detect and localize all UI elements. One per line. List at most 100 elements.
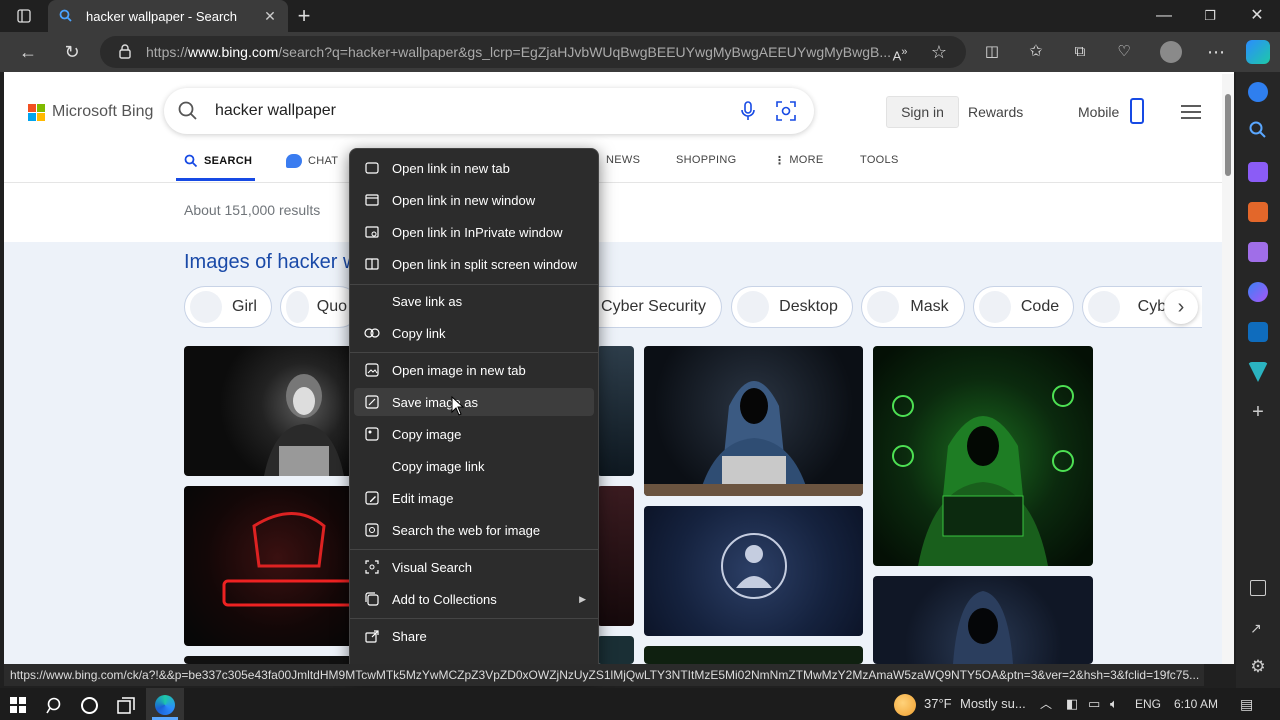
- tab-tools[interactable]: TOOLS: [860, 154, 899, 166]
- add-sidebar-app-icon[interactable]: +: [1248, 402, 1268, 422]
- image-result[interactable]: [644, 346, 863, 496]
- results-count: About 151,000 results: [184, 202, 321, 218]
- menu-copy-image-link[interactable]: Copy image link: [354, 452, 594, 480]
- favorites-icon[interactable]: ✩: [1024, 32, 1048, 72]
- tab-search[interactable]: SEARCH: [184, 154, 252, 168]
- visual-search-icon[interactable]: [776, 101, 796, 121]
- image-result[interactable]: [644, 506, 863, 636]
- games-icon[interactable]: [1248, 242, 1268, 262]
- tab-more[interactable]: ⋮ MORE: [774, 154, 824, 167]
- back-button[interactable]: ←: [16, 32, 40, 72]
- tools-briefcase-icon[interactable]: [1248, 202, 1268, 222]
- image-result[interactable]: [644, 646, 863, 664]
- image-result[interactable]: [873, 346, 1093, 566]
- settings-more-icon[interactable]: ⋯: [1204, 32, 1228, 72]
- menu-save-link-as[interactable]: Save link as: [354, 287, 594, 315]
- menu-open-new-window[interactable]: Open link in new window: [354, 186, 594, 214]
- microsoft-logo-icon[interactable]: [28, 104, 46, 122]
- read-aloud-icon[interactable]: A»: [888, 32, 912, 72]
- microphone-icon[interactable]: [740, 101, 756, 121]
- search-icon[interactable]: [1248, 120, 1268, 140]
- split-screen-icon[interactable]: ◫: [980, 32, 1004, 72]
- restore-button[interactable]: ❐: [1198, 0, 1222, 32]
- minimize-button[interactable]: —: [1152, 0, 1176, 32]
- mobile-phone-icon[interactable]: [1130, 98, 1144, 124]
- menu-visual-search[interactable]: Visual Search: [354, 553, 594, 581]
- chip-girl[interactable]: Girl: [184, 286, 272, 328]
- search-query-text[interactable]: hacker wallpaper: [215, 102, 740, 120]
- bing-search-box[interactable]: hacker wallpaper: [164, 88, 814, 134]
- chip-cyber-security[interactable]: Cyber Security: [590, 286, 722, 328]
- new-tab-button[interactable]: +: [292, 0, 316, 32]
- refresh-button[interactable]: ↻: [60, 32, 84, 72]
- address-bar[interactable]: https://www.bing.com/search?q=hacker+wal…: [100, 36, 966, 68]
- menu-edit-image[interactable]: Edit image: [354, 484, 594, 512]
- clock-time[interactable]: 6:10 AM: [1174, 688, 1218, 720]
- mobile-link[interactable]: Mobile: [1078, 104, 1119, 120]
- close-window-button[interactable]: ✕: [1245, 0, 1269, 32]
- menu-share[interactable]: Share: [354, 622, 594, 650]
- image-result[interactable]: [597, 636, 634, 664]
- rewards-link[interactable]: Rewards: [968, 104, 1023, 120]
- menu-open-inprivate[interactable]: Open link in InPrivate window: [354, 218, 594, 246]
- tab-chat[interactable]: CHAT: [286, 154, 338, 168]
- meet-now-icon[interactable]: ◧: [1066, 688, 1078, 720]
- scrollbar-thumb[interactable]: [1225, 94, 1231, 176]
- image-result[interactable]: [184, 486, 354, 646]
- chip-code[interactable]: Code: [973, 286, 1074, 328]
- external-link-icon[interactable]: ↗: [1250, 620, 1266, 636]
- microsoft365-icon[interactable]: [1248, 282, 1268, 302]
- image-result[interactable]: [184, 656, 354, 664]
- network-icon[interactable]: ▭: [1088, 688, 1100, 720]
- menu-open-split-screen[interactable]: Open link in split screen window: [354, 250, 594, 278]
- menu-copy-link[interactable]: Copy link: [354, 319, 594, 347]
- volume-icon[interactable]: 🔈︎: [1110, 688, 1118, 720]
- chip-quo[interactable]: Quo: [280, 286, 360, 328]
- chevron-up-icon[interactable]: ︿: [1040, 688, 1052, 720]
- chevron-right-icon[interactable]: ›: [1164, 290, 1198, 324]
- sidebar-layout-icon[interactable]: [1250, 580, 1266, 596]
- browser-essentials-icon[interactable]: ♡: [1112, 32, 1136, 72]
- menu-copy-image[interactable]: Copy image: [354, 420, 594, 448]
- notifications-bell-icon[interactable]: [1248, 82, 1268, 102]
- chip-mask[interactable]: Mask: [861, 286, 965, 328]
- notification-center-icon[interactable]: ▤: [1240, 688, 1253, 720]
- search-icon[interactable]: [177, 100, 199, 122]
- image-result[interactable]: [597, 486, 634, 626]
- weather-sun-icon[interactable]: [894, 694, 916, 716]
- cortana-icon[interactable]: [81, 697, 98, 714]
- menu-save-image-as[interactable]: Save image as: [354, 388, 594, 416]
- images-heading[interactable]: Images of hacker w: [184, 251, 357, 274]
- tab-shopping[interactable]: SHOPPING: [676, 154, 736, 166]
- browser-tab[interactable]: hacker wallpaper - Search ✕: [48, 0, 288, 32]
- copilot-icon[interactable]: [1246, 40, 1270, 64]
- tab-news[interactable]: NEWS: [606, 154, 640, 166]
- tab-actions-icon[interactable]: [12, 0, 36, 32]
- gear-icon[interactable]: ⚙: [1249, 658, 1267, 676]
- language-indicator[interactable]: ENG: [1135, 688, 1161, 720]
- close-tab-icon[interactable]: ✕: [262, 8, 278, 25]
- image-result[interactable]: [184, 346, 354, 476]
- collections-icon[interactable]: ⧉: [1068, 32, 1092, 72]
- image-result[interactable]: [597, 346, 634, 476]
- windows-start-icon[interactable]: [10, 697, 26, 713]
- menu-add-to-collections[interactable]: Add to Collections ▶: [354, 585, 594, 613]
- hamburger-menu-icon[interactable]: [1180, 104, 1202, 120]
- menu-open-new-tab[interactable]: Open link in new tab: [354, 154, 594, 182]
- menu-search-web-for-image[interactable]: Search the web for image: [354, 516, 594, 544]
- chip-desktop[interactable]: Desktop: [731, 286, 853, 328]
- task-view-icon[interactable]: [117, 697, 135, 714]
- image-result[interactable]: [873, 576, 1093, 664]
- weather-temp[interactable]: 37°F: [924, 688, 952, 720]
- shopping-tag-icon[interactable]: [1248, 162, 1268, 182]
- lock-icon[interactable]: [118, 43, 132, 59]
- taskbar-search-icon[interactable]: [46, 697, 64, 715]
- weather-desc[interactable]: Mostly su...: [960, 688, 1026, 720]
- profile-avatar[interactable]: [1160, 41, 1182, 63]
- menu-open-image-new-tab[interactable]: Open image in new tab: [354, 356, 594, 384]
- tab-more-label: MORE: [789, 154, 824, 166]
- sign-in-button[interactable]: Sign in: [886, 96, 959, 128]
- bing-logo-text[interactable]: Microsoft Bing: [52, 103, 153, 121]
- outlook-icon[interactable]: [1248, 322, 1268, 342]
- favorite-star-icon[interactable]: ☆: [927, 32, 951, 72]
